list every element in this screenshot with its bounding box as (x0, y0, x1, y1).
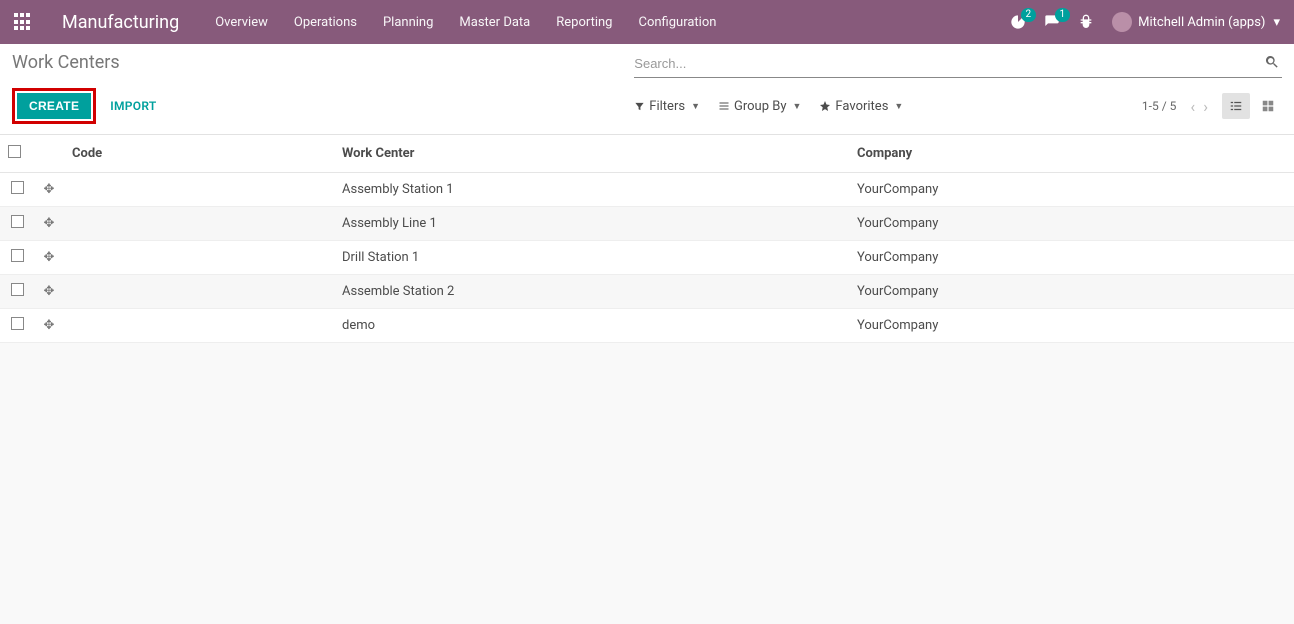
row-checkbox[interactable] (11, 283, 24, 296)
drag-handle-icon[interactable]: ✥ (44, 250, 55, 265)
cell-code (64, 173, 334, 207)
cell-code (64, 241, 334, 275)
table-row[interactable]: ✥ demoYourCompany (0, 309, 1294, 343)
chat-badge: 1 (1055, 8, 1071, 22)
select-all-checkbox[interactable] (8, 145, 21, 158)
chevron-down-icon: ▼ (793, 101, 802, 112)
cell-code (64, 207, 334, 241)
row-checkbox[interactable] (11, 215, 24, 228)
list-icon (718, 100, 730, 112)
star-icon (819, 100, 831, 112)
user-name: Mitchell Admin (apps) (1138, 15, 1265, 30)
user-menu[interactable]: Mitchell Admin (apps) ▾ (1112, 12, 1280, 32)
menu-reporting[interactable]: Reporting (556, 15, 612, 30)
search-icon[interactable] (1264, 54, 1280, 74)
bug-icon[interactable] (1078, 14, 1094, 30)
search-controls: Filters ▼ Group By ▼ Favorites ▼ (634, 99, 903, 114)
kanban-view-icon (1261, 99, 1275, 113)
table-row[interactable]: ✥ Drill Station 1YourCompany (0, 241, 1294, 275)
filter-icon (634, 101, 645, 112)
cell-code (64, 275, 334, 309)
list-view-icon (1229, 99, 1243, 113)
kanban-view-button[interactable] (1254, 93, 1282, 119)
drag-handle-icon[interactable]: ✥ (44, 216, 55, 231)
control-panel: Work Centers CREATE IMPORT Filters ▼ (0, 44, 1294, 135)
pager-area: 1-5 / 5 ‹ › (1142, 93, 1282, 119)
row-checkbox[interactable] (11, 249, 24, 262)
column-header-work-center[interactable]: Work Center (334, 135, 849, 173)
row-checkbox[interactable] (11, 317, 24, 330)
activity-badge: 2 (1021, 8, 1037, 22)
menu-operations[interactable]: Operations (294, 15, 357, 30)
groupby-dropdown[interactable]: Group By ▼ (718, 99, 801, 114)
drag-handle-icon[interactable]: ✥ (44, 182, 55, 197)
app-brand[interactable]: Manufacturing (62, 12, 179, 33)
chat-icon[interactable]: 1 (1044, 14, 1060, 30)
pager-next[interactable]: › (1203, 97, 1208, 116)
menu-configuration[interactable]: Configuration (638, 15, 716, 30)
pager-prev[interactable]: ‹ (1190, 97, 1195, 116)
work-centers-table: Code Work Center Company ✥ Assembly Stati… (0, 135, 1294, 343)
chevron-down-icon: ▼ (894, 101, 903, 112)
import-button[interactable]: IMPORT (110, 99, 156, 113)
avatar-icon (1112, 12, 1132, 32)
search-input[interactable] (634, 52, 1282, 77)
menu-overview[interactable]: Overview (215, 15, 268, 30)
cell-company: YourCompany (849, 309, 1294, 343)
drag-handle-icon[interactable]: ✥ (44, 284, 55, 299)
list-view-button[interactable] (1222, 93, 1250, 119)
cell-company: YourCompany (849, 207, 1294, 241)
nav-right: 2 1 Mitchell Admin (apps) ▾ (1010, 12, 1280, 32)
drag-handle-icon[interactable]: ✥ (44, 318, 55, 333)
top-navbar: Manufacturing Overview Operations Planni… (0, 0, 1294, 44)
groupby-label: Group By (734, 99, 787, 114)
cell-work-center: Assemble Station 2 (334, 275, 849, 309)
cell-work-center: Drill Station 1 (334, 241, 849, 275)
cell-company: YourCompany (849, 275, 1294, 309)
chevron-down-icon: ▼ (691, 101, 700, 112)
pager-text[interactable]: 1-5 / 5 (1142, 99, 1176, 113)
menu-planning[interactable]: Planning (383, 15, 433, 30)
favorites-dropdown[interactable]: Favorites ▼ (819, 99, 903, 114)
activity-icon[interactable]: 2 (1010, 14, 1026, 30)
search-wrap (634, 52, 1282, 78)
cell-company: YourCompany (849, 173, 1294, 207)
cell-code (64, 309, 334, 343)
filters-dropdown[interactable]: Filters ▼ (634, 99, 700, 114)
menu-master-data[interactable]: Master Data (459, 15, 530, 30)
column-header-company[interactable]: Company (849, 135, 1294, 173)
cell-company: YourCompany (849, 241, 1294, 275)
main-menu: Overview Operations Planning Master Data… (215, 15, 1010, 30)
create-button[interactable]: CREATE (17, 93, 91, 119)
filters-label: Filters (649, 99, 685, 114)
create-highlight: CREATE (12, 88, 96, 124)
apps-icon[interactable] (14, 13, 32, 31)
cell-work-center: demo (334, 309, 849, 343)
column-header-code[interactable]: Code (64, 135, 334, 173)
breadcrumb: Work Centers (12, 52, 634, 73)
row-checkbox[interactable] (11, 181, 24, 194)
favorites-label: Favorites (835, 99, 888, 114)
cell-work-center: Assembly Station 1 (334, 173, 849, 207)
table-row[interactable]: ✥ Assemble Station 2YourCompany (0, 275, 1294, 309)
caret-down-icon: ▾ (1273, 15, 1280, 30)
table-row[interactable]: ✥ Assembly Station 1YourCompany (0, 173, 1294, 207)
cell-work-center: Assembly Line 1 (334, 207, 849, 241)
table-row[interactable]: ✥ Assembly Line 1YourCompany (0, 207, 1294, 241)
